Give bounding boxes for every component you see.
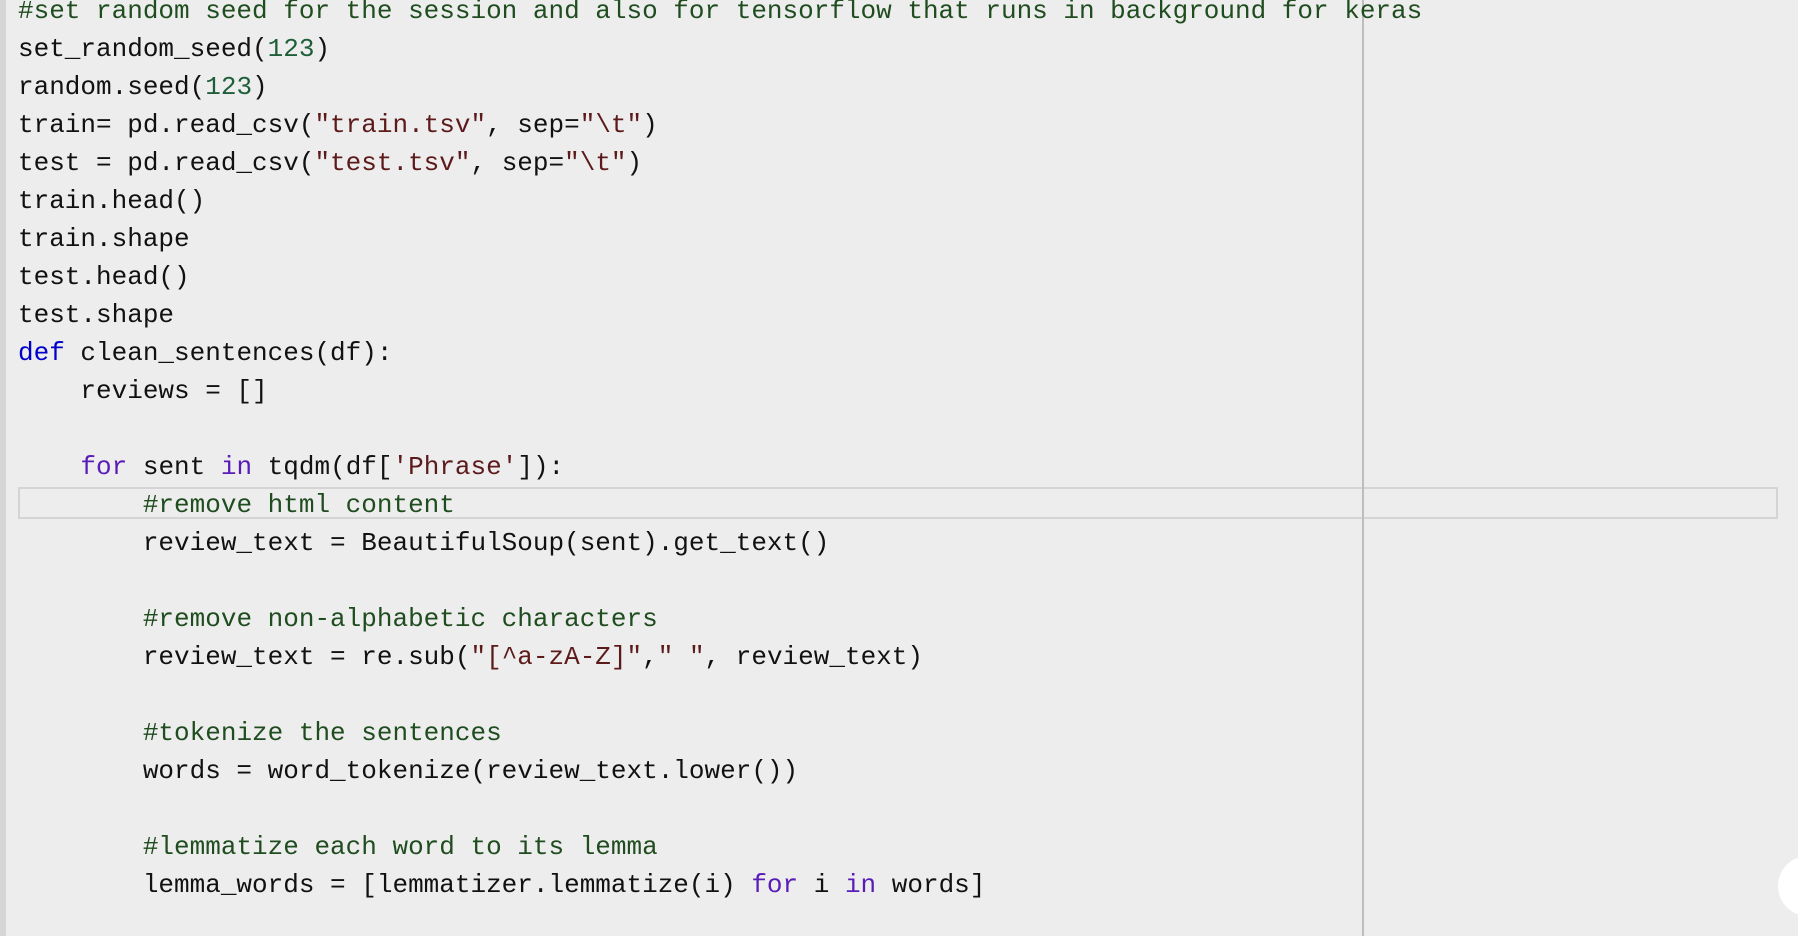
code-token: ]): xyxy=(517,452,565,482)
code-line[interactable]: lemma_words = [lemmatizer.lemmatize(i) f… xyxy=(18,866,1422,904)
code-comment: #lemmatize each word to its lemma xyxy=(142,832,658,862)
editor-left-border xyxy=(0,0,6,936)
code-token-str: "\t" xyxy=(579,110,643,140)
code-comment: #remove non-alphabetic characters xyxy=(142,604,658,634)
code-line[interactable]: #lemmatize each word to its lemma xyxy=(18,828,1422,866)
code-line[interactable]: review_text = BeautifulSoup(sent).get_te… xyxy=(18,524,1422,562)
code-token-num: 123 xyxy=(267,34,315,64)
code-token: review_text = re.sub( xyxy=(18,642,471,672)
code-token-str: 'Phrase' xyxy=(392,452,518,482)
code-line[interactable]: test.shape xyxy=(18,296,1422,334)
code-token: words] xyxy=(876,870,986,900)
code-token: , sep= xyxy=(486,110,580,140)
code-line[interactable] xyxy=(18,410,1422,448)
code-line[interactable]: set_random_seed(123) xyxy=(18,30,1422,68)
code-token-kw2: for xyxy=(80,452,128,482)
code-token-str: "test.tsv" xyxy=(314,148,471,178)
code-line[interactable]: train= pd.read_csv("train.tsv", sep="\t"… xyxy=(18,106,1422,144)
code-area[interactable]: #set random seed for the session and als… xyxy=(18,0,1422,904)
code-token: words = word_tokenize(review_text.lower(… xyxy=(18,756,799,786)
code-token: train= pd.read_csv( xyxy=(18,110,315,140)
code-token: reviews = [] xyxy=(18,376,268,406)
code-token-kw2: for xyxy=(751,870,799,900)
code-line[interactable] xyxy=(18,790,1422,828)
code-token-kw: def xyxy=(18,338,65,368)
code-comment: #tokenize the sentences xyxy=(142,718,502,748)
code-line[interactable] xyxy=(18,562,1422,600)
code-token: ) xyxy=(252,72,268,102)
code-token: , sep= xyxy=(470,148,565,178)
code-token: test.shape xyxy=(18,300,175,330)
code-line[interactable]: #remove html content xyxy=(18,486,1422,524)
code-token: train.head() xyxy=(18,186,206,216)
code-comment: #remove html content xyxy=(142,490,455,520)
code-token: lemma_words = [lemmatizer.lemmatize(i) xyxy=(18,870,752,900)
code-token: ) xyxy=(314,34,331,64)
code-token-str: "[^a-zA-Z]" xyxy=(470,642,643,672)
code-line[interactable]: review_text = re.sub("[^a-zA-Z]"," ", re… xyxy=(18,638,1422,676)
code-line[interactable]: random.seed(123) xyxy=(18,68,1422,106)
code-token: sent xyxy=(127,452,221,482)
code-token-str: "\t" xyxy=(564,148,627,178)
code-token: , xyxy=(642,642,658,672)
code-line[interactable]: words = word_tokenize(review_text.lower(… xyxy=(18,752,1422,790)
code-token-kw2: in xyxy=(220,452,253,482)
code-line[interactable]: #set random seed for the session and als… xyxy=(18,0,1422,30)
code-line[interactable]: train.shape xyxy=(18,220,1422,258)
code-token: random.seed( xyxy=(18,72,206,102)
code-token: ) xyxy=(626,148,643,178)
code-token: clean_sentences(df): xyxy=(64,338,393,368)
code-token: ) xyxy=(642,110,658,140)
code-editor[interactable]: #set random seed for the session and als… xyxy=(0,0,1798,936)
code-line[interactable]: for sent in tqdm(df['Phrase']): xyxy=(18,448,1422,486)
code-token: review_text = BeautifulSoup(sent).get_te… xyxy=(18,528,830,558)
code-line[interactable]: test = pd.read_csv("test.tsv", sep="\t") xyxy=(18,144,1422,182)
code-line[interactable]: #tokenize the sentences xyxy=(18,714,1422,752)
scroll-handle[interactable] xyxy=(1778,856,1798,916)
code-token: train.shape xyxy=(18,224,190,254)
code-token-num: 123 xyxy=(205,72,253,102)
code-token-str: " " xyxy=(657,642,705,672)
code-comment: #set random seed for the session and als… xyxy=(18,0,1423,26)
code-token: set_random_seed( xyxy=(18,34,268,64)
code-token: i xyxy=(798,870,845,900)
code-token: , review_text) xyxy=(704,642,923,672)
code-line[interactable]: test.head() xyxy=(18,258,1422,296)
code-token-kw2: in xyxy=(844,870,877,900)
code-line[interactable]: train.head() xyxy=(18,182,1422,220)
code-token: tqdm(df[ xyxy=(252,452,393,482)
code-line[interactable] xyxy=(18,676,1422,714)
code-line[interactable]: def clean_sentences(df): xyxy=(18,334,1422,372)
code-token-str: "train.tsv" xyxy=(314,110,487,140)
code-token: test.head() xyxy=(18,262,190,292)
code-token: test = pd.read_csv( xyxy=(18,148,315,178)
code-line[interactable]: reviews = [] xyxy=(18,372,1422,410)
code-line[interactable]: #remove non-alphabetic characters xyxy=(18,600,1422,638)
